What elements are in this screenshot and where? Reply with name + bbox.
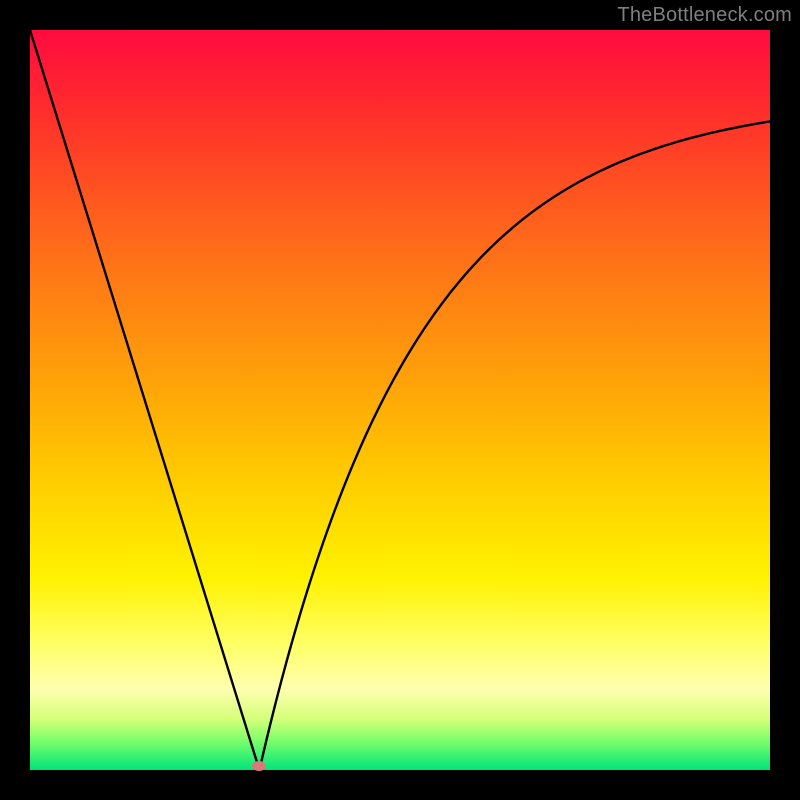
chart-frame: TheBottleneck.com <box>0 0 800 800</box>
minimum-marker <box>252 761 266 771</box>
chart-plot-area <box>30 30 770 770</box>
bottleneck-curve <box>30 30 770 770</box>
curve-svg <box>30 30 770 770</box>
watermark-text: TheBottleneck.com <box>617 4 792 27</box>
